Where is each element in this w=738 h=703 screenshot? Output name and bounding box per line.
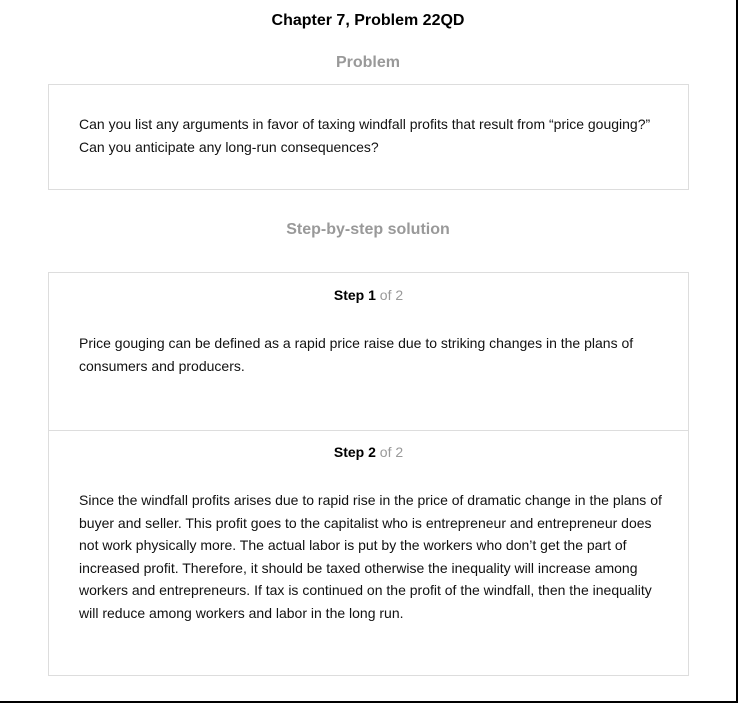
step-2-number: 2: [368, 444, 376, 460]
solution-heading: Step-by-step solution: [286, 221, 450, 238]
step-2: Step 2 of 2 Since the windfall profits a…: [49, 430, 688, 675]
step-1-label: Step: [333, 287, 365, 303]
problem-text: Can you list any arguments in favor of t…: [79, 116, 651, 155]
step-2-title: Step 2 of 2: [49, 444, 688, 460]
step-1-title: Step 1 of 2: [49, 287, 688, 303]
step-1: Step 1 of 2 Price gouging can be defined…: [49, 273, 688, 431]
solution-steps-box: Step 1 of 2 Price gouging can be defined…: [48, 272, 689, 676]
problem-box: Can you list any arguments in favor of t…: [48, 84, 689, 190]
step-2-of: of 2: [379, 444, 404, 460]
step-2-label: Step: [333, 444, 365, 460]
page-title: Chapter 7, Problem 22QD: [271, 12, 465, 29]
step-1-text: Price gouging can be defined as a rapid …: [79, 335, 634, 374]
problem-heading: Problem: [335, 54, 400, 71]
step-1-of: of 2: [379, 287, 404, 303]
step-1-number: 1: [368, 287, 376, 303]
step-2-text: Since the windfall profits arises due to…: [79, 492, 662, 621]
